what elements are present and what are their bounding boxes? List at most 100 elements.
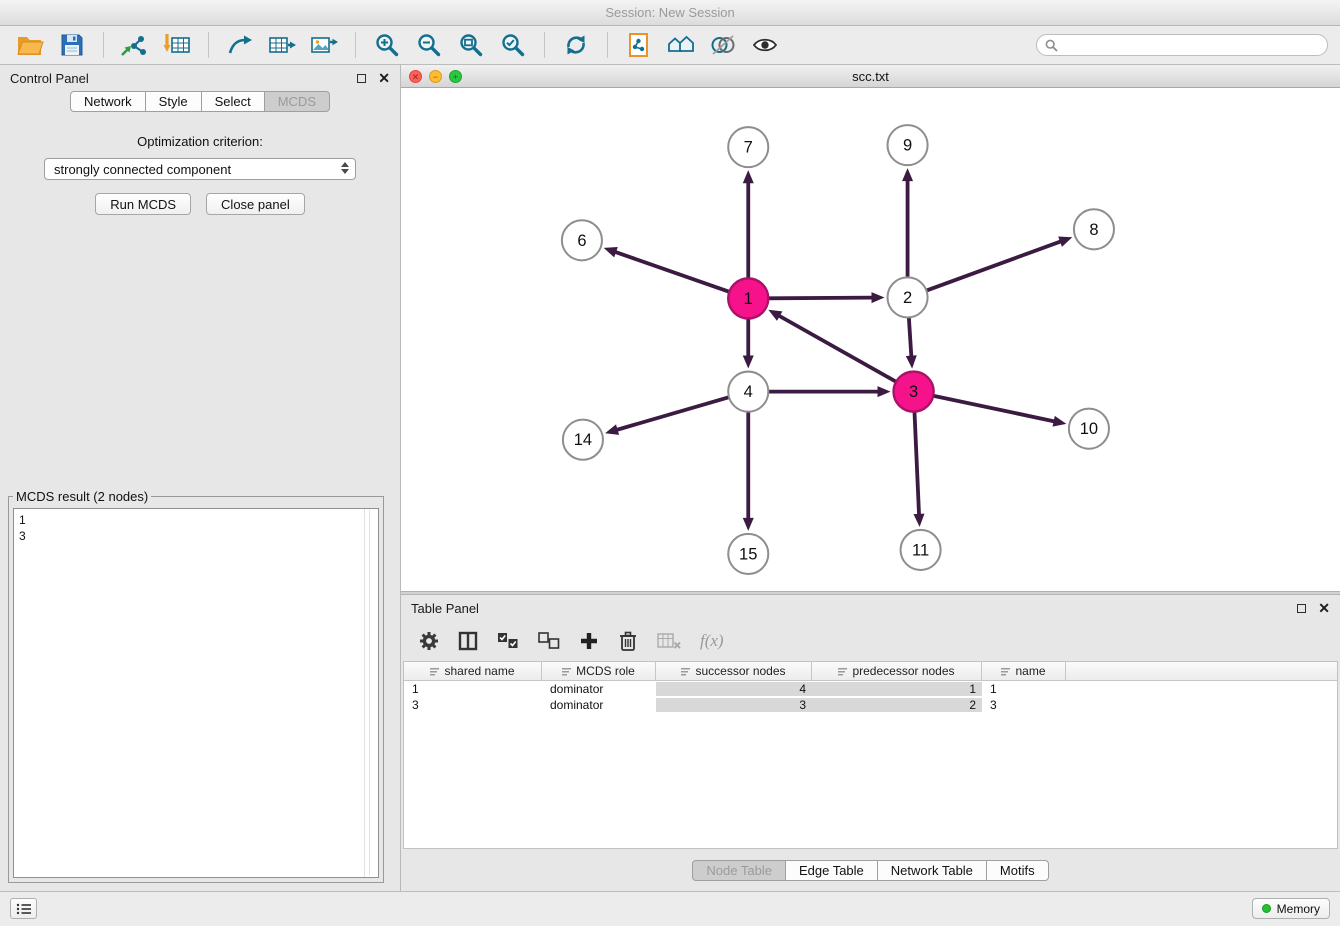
search-input[interactable] (1064, 37, 1319, 54)
float-table-panel-icon[interactable] (1297, 604, 1306, 613)
export-image-button[interactable] (306, 30, 342, 60)
table-body: 1dominator4113dominator323 (404, 681, 1337, 713)
graph-edge-2-8[interactable] (926, 236, 1072, 290)
column-header-name[interactable]: name (982, 662, 1066, 680)
application-window: Session: New Session (0, 0, 1340, 926)
result-scrollbar[interactable] (369, 510, 370, 875)
zoom-selected-button[interactable] (495, 30, 531, 60)
graph-edge-2-9[interactable] (902, 168, 913, 277)
table-row[interactable]: 1dominator411 (404, 681, 1337, 697)
network-window-title: scc.txt (852, 69, 889, 84)
zoom-fit-button[interactable] (453, 30, 489, 60)
graph-node-2[interactable]: 2 (888, 277, 928, 317)
zoom-in-button[interactable] (369, 30, 405, 60)
function-builder-button[interactable]: f(x) (700, 631, 724, 651)
graph-node-6[interactable]: 6 (562, 220, 602, 260)
mcds-result-list[interactable]: 1 3 (13, 508, 379, 878)
graph-node-15[interactable]: 15 (728, 534, 768, 574)
eye-icon (751, 32, 779, 58)
export-network-button[interactable] (222, 30, 258, 60)
tab-mcds[interactable]: MCDS (264, 91, 330, 112)
open-session-button[interactable] (12, 30, 48, 60)
network-document-icon (626, 32, 652, 58)
search-box[interactable] (1036, 34, 1328, 56)
criterion-dropdown[interactable]: strongly connected component (44, 158, 356, 180)
create-column-button[interactable] (579, 631, 599, 651)
delete-table-button[interactable] (657, 632, 681, 650)
memory-button[interactable]: Memory (1252, 898, 1330, 919)
save-session-button[interactable] (54, 30, 90, 60)
zoom-out-button[interactable] (411, 30, 447, 60)
close-window-icon[interactable]: ✕ (409, 70, 422, 83)
table-cell: 3 (982, 698, 1066, 712)
first-neighbors-button[interactable] (663, 30, 699, 60)
run-mcds-button[interactable]: Run MCDS (95, 193, 191, 215)
graph-edge-3-10[interactable] (933, 396, 1066, 427)
tab-network-table[interactable]: Network Table (877, 860, 986, 881)
graph-node-4[interactable]: 4 (728, 372, 768, 412)
graph-node-10[interactable]: 10 (1069, 409, 1109, 449)
graph-node-14[interactable]: 14 (563, 420, 603, 460)
graph-edge-2-3[interactable] (906, 317, 917, 368)
task-history-button[interactable] (10, 898, 37, 919)
control-panel-tabs: NetworkStyleSelectMCDS (0, 91, 400, 112)
float-panel-icon[interactable] (357, 74, 366, 83)
table-panel: Table Panel ✕ (401, 595, 1340, 891)
tab-style[interactable]: Style (145, 91, 201, 112)
network-document-button[interactable] (621, 30, 657, 60)
graph-node-8[interactable]: 8 (1074, 209, 1114, 249)
import-network-button[interactable] (117, 30, 153, 60)
unselect-all-columns-button[interactable] (538, 632, 560, 650)
graph-edge-1-2[interactable] (768, 292, 884, 303)
select-all-columns-button[interactable] (497, 632, 519, 650)
maximize-window-icon[interactable]: + (449, 70, 462, 83)
graph-edge-3-11[interactable] (913, 412, 924, 527)
table-panel-header: Table Panel ✕ (401, 595, 1340, 621)
window-controls: ✕ − + (409, 70, 462, 83)
export-table-button[interactable] (264, 30, 300, 60)
close-panel-button[interactable]: Close panel (206, 193, 305, 215)
graph-edge-1-6[interactable] (604, 247, 730, 292)
tab-select[interactable]: Select (201, 91, 264, 112)
graph-edge-4-3[interactable] (768, 386, 890, 397)
import-table-icon (163, 32, 191, 58)
network-graph[interactable]: 7 9 6 8 1 2 4 3 10 14 15 11 (401, 88, 1340, 591)
close-panel-icon[interactable]: ✕ (378, 71, 390, 85)
tab-motifs[interactable]: Motifs (986, 860, 1049, 881)
tab-network[interactable]: Network (70, 91, 145, 112)
column-attr-icon (562, 667, 571, 676)
graph-node-1[interactable]: 1 (728, 278, 768, 318)
graph-node-9[interactable]: 9 (888, 125, 928, 165)
memory-label: Memory (1277, 902, 1320, 916)
column-header-mcds-role[interactable]: MCDS role (542, 662, 656, 680)
graph-edge-1-4[interactable] (743, 318, 754, 368)
graph-node-7[interactable]: 7 (728, 127, 768, 167)
graph-edge-3-1[interactable] (768, 310, 896, 382)
graph-edge-4-15[interactable] (743, 412, 754, 531)
show-columns-button[interactable] (458, 631, 478, 651)
table-cell: dominator (542, 698, 656, 712)
table-settings-button[interactable] (419, 631, 439, 651)
svg-text:15: 15 (739, 544, 757, 563)
graph-node-3[interactable]: 3 (894, 372, 934, 412)
table-panel-tabs: Node TableEdge TableNetwork TableMotifs (401, 849, 1340, 891)
table-row[interactable]: 3dominator323 (404, 697, 1337, 713)
network-canvas[interactable]: 7 9 6 8 1 2 4 3 10 14 15 11 (401, 88, 1340, 591)
graph-edge-4-14[interactable] (605, 397, 729, 435)
graph-edge-1-7[interactable] (743, 170, 754, 278)
column-header-shared-name[interactable]: shared name (404, 662, 542, 680)
close-table-panel-icon[interactable]: ✕ (1318, 601, 1330, 615)
column-header-predecessor-nodes[interactable]: predecessor nodes (812, 662, 982, 680)
column-header-filler (1066, 662, 1337, 680)
delete-column-button[interactable] (618, 630, 638, 652)
import-table-button[interactable] (159, 30, 195, 60)
minimize-window-icon[interactable]: − (429, 70, 442, 83)
style-button[interactable] (705, 30, 741, 60)
column-header-successor-nodes[interactable]: successor nodes (656, 662, 812, 680)
graph-node-11[interactable]: 11 (901, 530, 941, 570)
refresh-button[interactable] (558, 30, 594, 60)
show-hide-button[interactable] (747, 30, 783, 60)
tab-edge-table[interactable]: Edge Table (785, 860, 877, 881)
svg-text:3: 3 (909, 382, 918, 401)
tab-node-table[interactable]: Node Table (692, 860, 785, 881)
